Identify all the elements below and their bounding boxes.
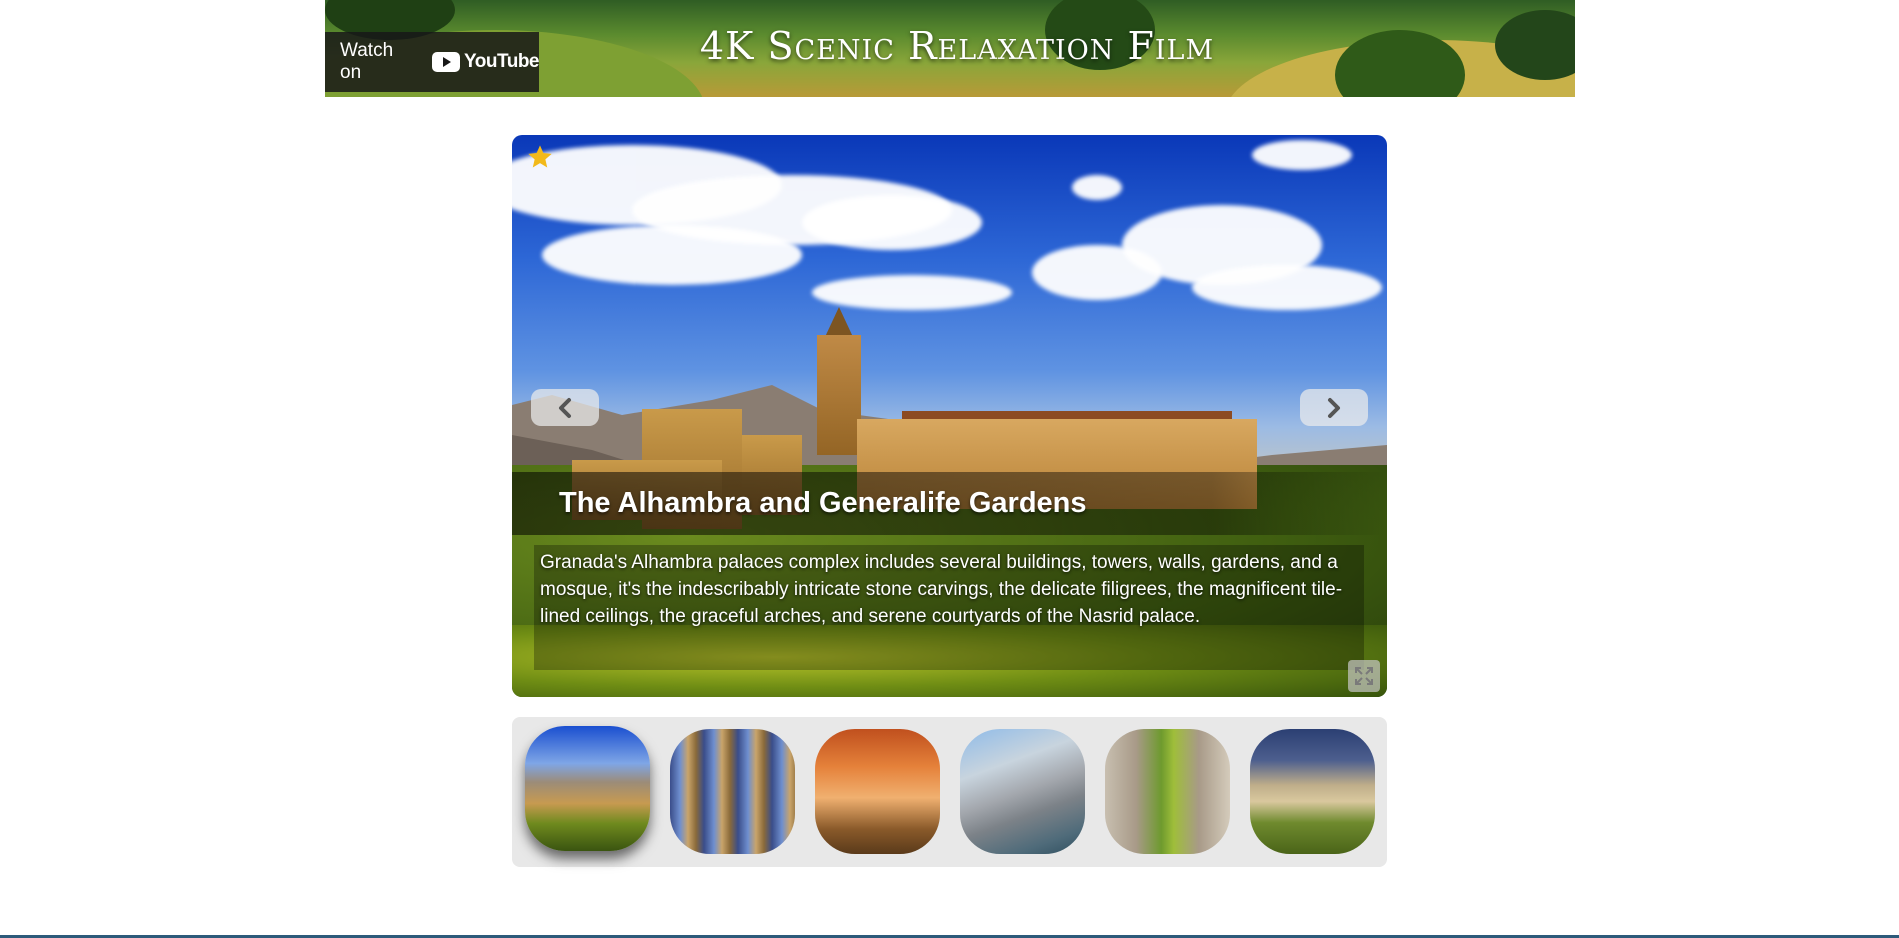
- chevron-right-icon: [1328, 397, 1340, 418]
- thumbnail-guggenheim[interactable]: [960, 729, 1085, 854]
- slide-description: Granada's Alhambra palaces complex inclu…: [540, 552, 1343, 627]
- previous-slide-button[interactable]: [531, 389, 599, 426]
- chevron-left-icon: [559, 397, 571, 418]
- thumbnail-image: [670, 729, 795, 854]
- watch-on-youtube-button[interactable]: Watch on YouTube: [325, 32, 539, 92]
- thumbnail-strip: [512, 717, 1387, 867]
- cloud: [802, 195, 982, 250]
- thumbnail-image: [815, 729, 940, 854]
- youtube-play-icon: [432, 52, 461, 72]
- banner-title: 4K Scenic Relaxation Film: [699, 24, 1215, 68]
- youtube-logo: YouTube: [432, 51, 539, 73]
- cloud: [1072, 175, 1122, 200]
- bell-tower-roof: [825, 307, 853, 337]
- fullscreen-button[interactable]: [1348, 660, 1380, 692]
- slideshow-main-image: The Alhambra and Generalife Gardens Gran…: [512, 135, 1387, 697]
- thumbnail-el-escorial[interactable]: [1250, 729, 1375, 854]
- thumbnail-image: [1250, 729, 1375, 854]
- cloud: [542, 225, 802, 285]
- slide-title: The Alhambra and Generalife Gardens: [559, 487, 1087, 519]
- watch-on-label: Watch on: [340, 40, 394, 83]
- star-icon[interactable]: [526, 143, 554, 171]
- thumbnail-image: [1105, 729, 1230, 854]
- thumbnail-mezquita[interactable]: [815, 729, 940, 854]
- youtube-label: YouTube: [464, 51, 539, 72]
- bell-tower: [817, 335, 861, 455]
- thumbnail-la-rambla[interactable]: [1105, 729, 1230, 854]
- thumbnail-sagrada-familia[interactable]: [670, 729, 795, 854]
- youtube-video-banner[interactable]: 4K Scenic Relaxation Film Watch on YouTu…: [325, 0, 1575, 97]
- fullscreen-icon: [1355, 667, 1373, 685]
- cloud: [1252, 140, 1352, 170]
- thumbnail-alhambra[interactable]: [525, 726, 650, 851]
- thumbnail-image: [525, 726, 650, 851]
- thumbnail-image: [960, 729, 1085, 854]
- next-slide-button[interactable]: [1300, 389, 1368, 426]
